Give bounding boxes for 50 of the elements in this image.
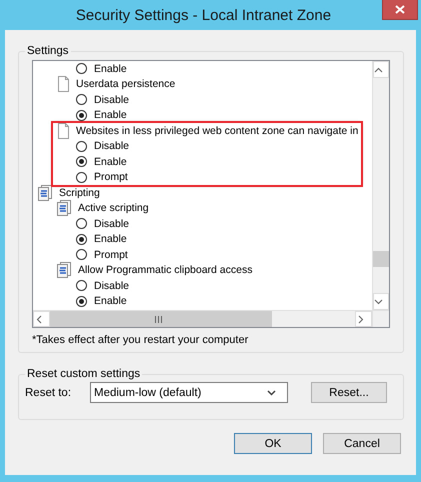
radio-button[interactable] [76,249,87,260]
scrollbar-corner [372,310,389,327]
document-icon [57,76,70,92]
radio-button[interactable] [76,172,87,183]
option-label: Disable [94,280,130,292]
category-label: Scripting [59,186,100,199]
setting-label: Websites in less privileged web content zone can navigate in [76,124,358,137]
radio-button[interactable] [76,280,87,292]
close-button[interactable] [382,0,418,20]
radio-button[interactable] [76,94,87,106]
radio-button[interactable] [76,296,87,307]
script-icon [57,262,72,278]
level-dropdown[interactable]: Medium-low (default) [90,382,288,403]
radio-button[interactable] [76,110,87,121]
radio-button[interactable] [76,140,87,152]
option-label: Prompt [94,248,128,261]
option-label: Disable [94,218,130,230]
scrollbar-thumb[interactable] [50,311,272,327]
footnote: *Takes effect after you restart your computer [32,333,250,346]
close-icon [395,5,405,14]
option-label: Enable [94,233,127,246]
document-icon [57,122,70,139]
group-label: Reset custom settings [26,368,142,380]
reset-button[interactable]: Reset... [311,382,387,403]
radio-button[interactable] [76,234,87,245]
option-label: Disable [94,94,130,106]
option-label: Enable [94,156,127,168]
ok-button[interactable]: OK [234,433,312,454]
group-label: Settings [26,45,70,57]
vertical-scrollbar[interactable] [372,61,389,310]
window-title: Security Settings - Local Intranet Zone [74,6,332,24]
grip-icon [154,316,162,322]
option-label: Prompt [94,171,128,184]
category-label: Allow Programmatic clipboard access [78,264,252,276]
setting-label: Userdata persistence [76,78,176,90]
cancel-button[interactable]: Cancel [323,433,401,454]
option-label: Enable [94,62,127,75]
option-label: Enable [94,109,127,122]
radio-button[interactable] [76,218,87,230]
horizontal-scrollbar[interactable] [33,310,372,327]
scrollbar-thumb[interactable] [373,251,389,267]
caret-icon [267,390,276,396]
field-label: Reset to: [25,386,72,398]
option-label: Disable [94,140,130,152]
radio-button[interactable] [76,63,87,74]
script-icon [38,184,53,201]
radio-button[interactable] [76,156,87,168]
option-label: Enable [94,295,127,308]
category-label: Active scripting [78,202,149,214]
script-icon [57,200,72,216]
